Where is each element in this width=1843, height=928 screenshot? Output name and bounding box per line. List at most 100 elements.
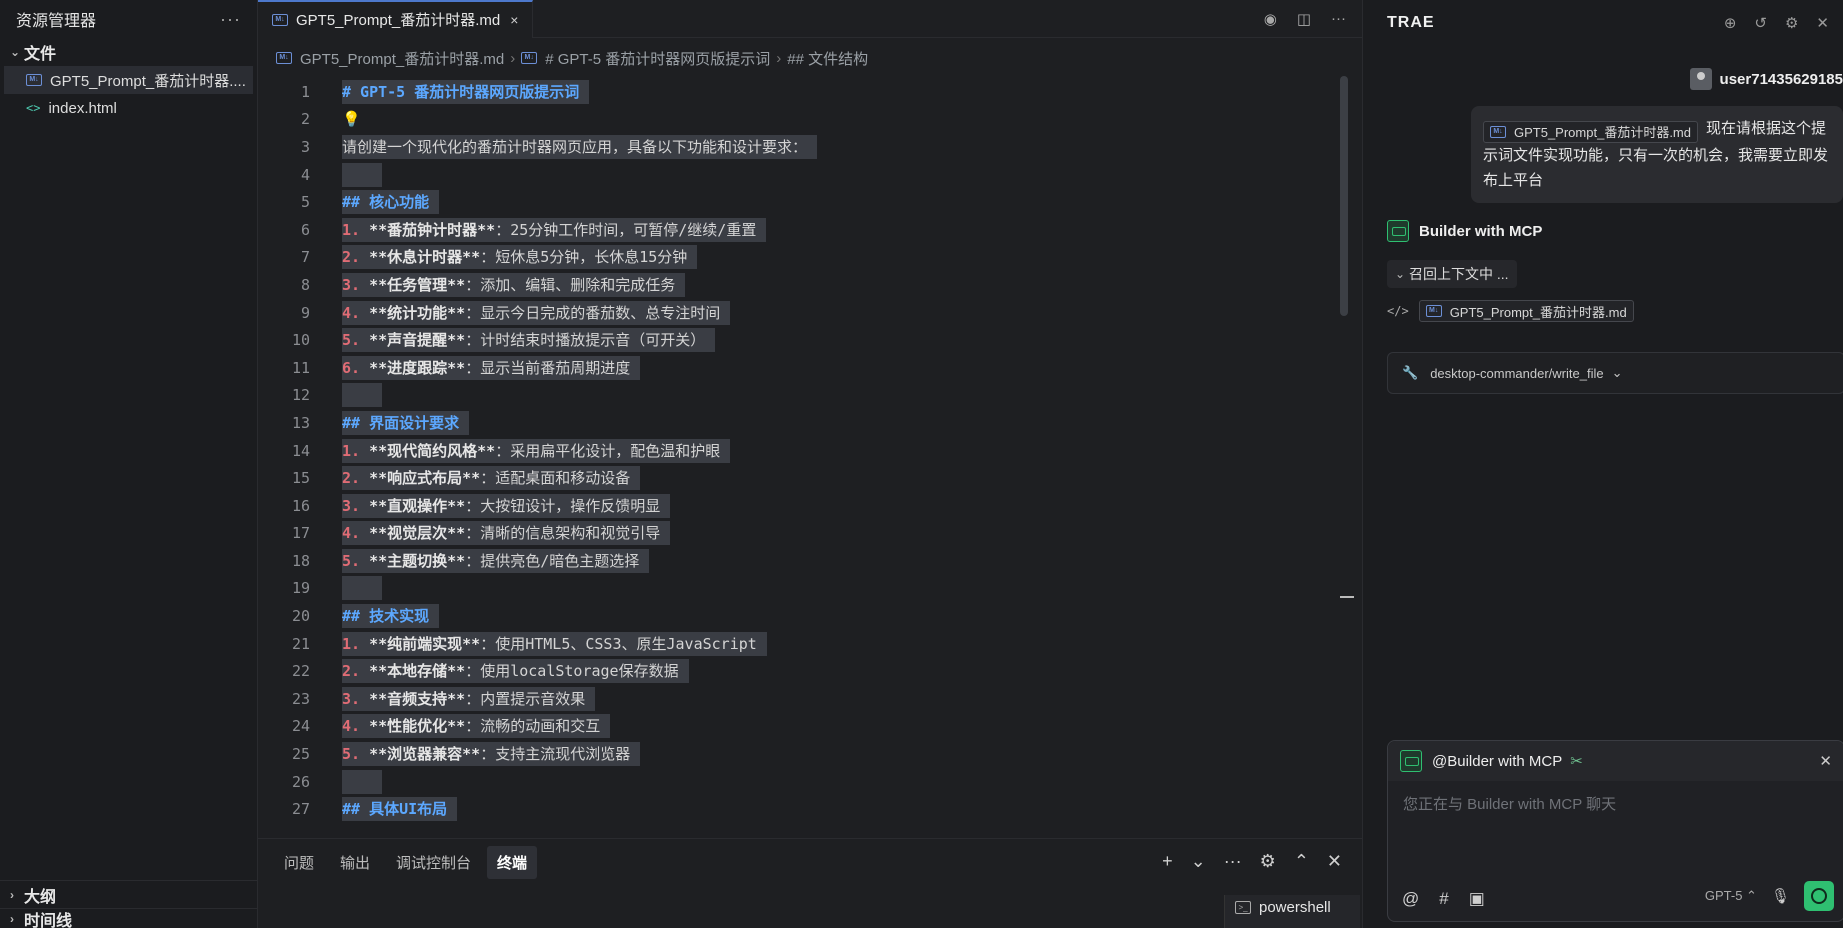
code-token: ：适配桌面和移动设备 bbox=[480, 469, 631, 488]
outline-section-header[interactable]: › 大纲 bbox=[0, 880, 258, 908]
code-token: 4. bbox=[342, 524, 370, 543]
code-line[interactable]: 16 3. **直观操作**：大按钮设计，操作反馈明显 bbox=[258, 492, 1348, 520]
code-token: ：显示今日完成的番茄数、总专注时间 bbox=[465, 303, 721, 322]
code-line[interactable]: 1 # GPT-5 番茄计时器网页版提示词 bbox=[258, 78, 1348, 106]
tab-output[interactable]: 输出 bbox=[330, 846, 380, 879]
code-line[interactable]: 9 4. **统计功能**：显示今日完成的番茄数、总专注时间 bbox=[258, 299, 1348, 327]
code-line[interactable]: 20 ## 技术实现 bbox=[258, 602, 1348, 630]
code-line[interactable]: 14 1. **现代简约风格**：采用扁平化设计，配色温和护眼 bbox=[258, 437, 1348, 465]
file-item-md[interactable]: M↓ GPT5_Prompt_番茄计时器.... bbox=[4, 66, 253, 94]
code-line[interactable]: 13 ## 界面设计要求 bbox=[258, 409, 1348, 437]
tools-icon: ✂ bbox=[1570, 753, 1583, 770]
files-section-header[interactable]: ⌄ 文件 bbox=[0, 38, 257, 66]
code-line[interactable]: 6 1. **番茄钟计时器**：25分钟工作时间，可暂停/继续/重置 bbox=[258, 216, 1348, 244]
code-token: 5. bbox=[342, 551, 370, 570]
new-chat-icon[interactable]: ⊕ bbox=[1724, 14, 1737, 32]
code-line[interactable]: 2 💡 bbox=[258, 106, 1348, 134]
code-line[interactable]: 10 5. **声音提醒**：计时结束时播放提示音（可开关） bbox=[258, 326, 1348, 354]
tab-problems[interactable]: 问题 bbox=[274, 846, 324, 879]
line-content: 请创建一个现代化的番茄计时器网页应用，具备以下功能和设计要求： bbox=[342, 134, 818, 159]
timeline-section-header[interactable]: › 时间线 bbox=[0, 908, 258, 928]
breadcrumb-item[interactable]: ## 文件结构 bbox=[787, 48, 868, 69]
line-number: 1 bbox=[300, 82, 310, 101]
code-token: 1. bbox=[342, 441, 370, 460]
code-token: 2. bbox=[342, 469, 370, 488]
add-terminal-icon[interactable]: + bbox=[1162, 851, 1173, 872]
code-token: ：流畅的动画和交互 bbox=[465, 717, 601, 736]
tab-terminal[interactable]: 终端 bbox=[487, 845, 538, 879]
line-content: 6. **进度跟踪**：显示当前番茄周期进度 bbox=[342, 355, 641, 380]
more-actions-icon[interactable]: ··· bbox=[220, 9, 241, 30]
code-token: **主题切换** bbox=[369, 551, 466, 570]
sidebar-bottom-sections: › 大纲 › 时间线 bbox=[0, 880, 258, 928]
hash-icon[interactable]: # bbox=[1439, 889, 1448, 909]
code-line[interactable]: 19 bbox=[258, 575, 1348, 603]
markdown-file-icon: M↓ bbox=[276, 52, 292, 64]
code-editor[interactable]: 1 # GPT-5 番茄计时器网页版提示词 2 💡 3 请创建一个现代化的番茄计时器网页应… bbox=[258, 78, 1348, 838]
terminal-item[interactable]: >_ powershell bbox=[1225, 895, 1360, 919]
code-line[interactable]: 3 请创建一个现代化的番茄计时器网页应用，具备以下功能和设计要求： bbox=[258, 133, 1348, 161]
code-line[interactable]: 7 2. **休息计时器**：短休息5分钟，长休息15分钟 bbox=[258, 244, 1348, 272]
code-token: **音频支持** bbox=[369, 689, 466, 708]
chevron-down-icon[interactable]: ⌄ bbox=[1191, 851, 1206, 872]
markdown-file-icon: M↓ bbox=[1490, 126, 1506, 138]
code-line[interactable]: 27 ## 具体UI布局 bbox=[258, 795, 1348, 823]
scrollbar-marker bbox=[1340, 596, 1354, 598]
more-actions-icon[interactable]: ··· bbox=[1224, 851, 1242, 872]
code-line[interactable]: 24 4. **性能优化**：流畅的动画和交互 bbox=[258, 713, 1348, 741]
tool-call-label: desktop-commander/write_file bbox=[1430, 365, 1604, 381]
maximize-panel-icon[interactable]: ⌃ bbox=[1294, 851, 1309, 872]
preview-eye-icon[interactable]: ◉ bbox=[1264, 10, 1277, 28]
breadcrumb: M↓ GPT5_Prompt_番茄计时器.md › M↓ # GPT-5 番茄计… bbox=[258, 38, 1362, 78]
code-line[interactable]: 26 bbox=[258, 768, 1348, 796]
gear-icon[interactable]: ⚙ bbox=[1785, 14, 1798, 32]
code-token: 请创建一个现代化的番茄计时器网页应用，具备以下功能和设计要求： bbox=[342, 137, 808, 156]
microphone-icon[interactable]: 🎙 bbox=[1771, 887, 1790, 905]
file-chip-label: GPT5_Prompt_番茄计时器.md bbox=[1449, 304, 1627, 320]
code-token: # GPT-5 番茄计时器网页版提示词 bbox=[342, 82, 580, 101]
code-line[interactable]: 25 5. **浏览器兼容**：支持主流现代浏览器 bbox=[258, 740, 1348, 768]
close-tab-icon[interactable]: × bbox=[510, 12, 518, 28]
chevron-down-icon: ⌄ bbox=[1395, 267, 1406, 281]
file-chip[interactable]: M↓ GPT5_Prompt_番茄计时器.md bbox=[1483, 121, 1698, 143]
code-line[interactable]: 5 ## 核心功能 bbox=[258, 188, 1348, 216]
send-button[interactable] bbox=[1804, 881, 1834, 911]
code-line[interactable]: 18 5. **主题切换**：提供亮色/暗色主题选择 bbox=[258, 547, 1348, 575]
code-line[interactable]: 12 bbox=[258, 382, 1348, 410]
line-number: 9 bbox=[300, 303, 310, 322]
breadcrumb-item[interactable]: GPT5_Prompt_番茄计时器.md bbox=[300, 48, 504, 69]
recall-context-toggle[interactable]: ⌄ 召回上下文中 ... bbox=[1387, 260, 1517, 288]
tool-call-card[interactable]: 🔧 desktop-commander/write_file ⌄ bbox=[1387, 352, 1843, 394]
code-line[interactable]: 8 3. **任务管理**：添加、编辑、删除和完成任务 bbox=[258, 271, 1348, 299]
more-actions-icon[interactable]: ··· bbox=[1331, 10, 1346, 28]
history-icon[interactable]: ↺ bbox=[1754, 14, 1767, 32]
split-editor-icon[interactable]: ◫ bbox=[1297, 10, 1311, 28]
breadcrumb-item[interactable]: # GPT-5 番茄计时器网页版提示词 bbox=[545, 48, 770, 69]
code-line[interactable]: 4 bbox=[258, 161, 1348, 189]
editor-tab-active[interactable]: M↓ GPT5_Prompt_番茄计时器.md × bbox=[258, 0, 534, 38]
mention-icon[interactable]: @ bbox=[1402, 889, 1419, 909]
model-label: GPT-5 bbox=[1704, 888, 1743, 903]
code-line[interactable]: 21 1. **纯前端实现**：使用HTML5、CSS3、原生JavaScript bbox=[258, 630, 1348, 658]
terminal-name: powershell bbox=[1259, 898, 1331, 916]
vertical-scrollbar[interactable] bbox=[1340, 76, 1348, 316]
file-item-html[interactable]: <> index.html bbox=[0, 94, 257, 122]
close-panel-icon[interactable]: ✕ bbox=[1327, 851, 1342, 872]
code-line[interactable]: 23 3. **音频支持**：内置提示音效果 bbox=[258, 685, 1348, 713]
chat-input[interactable]: 您正在与 Builder with MCP 聊天 bbox=[1388, 781, 1843, 861]
code-line[interactable]: 22 2. **本地存储**：使用localStorage保存数据 bbox=[258, 657, 1348, 685]
settings-sliders-icon[interactable]: ⚙ bbox=[1260, 851, 1276, 872]
code-line[interactable]: 15 2. **响应式布局**：适配桌面和移动设备 bbox=[258, 464, 1348, 492]
chat-header-actions: ⊕ ↺ ⚙ ✕ bbox=[1724, 14, 1829, 32]
code-line[interactable]: 11 6. **进度跟踪**：显示当前番茄周期进度 bbox=[258, 354, 1348, 382]
close-icon[interactable]: ✕ bbox=[1819, 752, 1832, 770]
tab-debug-console[interactable]: 调试控制台 bbox=[386, 846, 481, 879]
code-line[interactable]: 17 4. **视觉层次**：清晰的信息架构和视觉引导 bbox=[258, 520, 1348, 548]
code-token: ：计时结束时播放提示音（可开关） bbox=[465, 331, 706, 350]
model-selector[interactable]: GPT-5 ⌃ bbox=[1705, 888, 1757, 904]
file-chip[interactable]: M↓ GPT5_Prompt_番茄计时器.md bbox=[1418, 300, 1634, 322]
chevron-down-icon: ⌄ bbox=[10, 45, 21, 59]
image-icon[interactable]: ▣ bbox=[1469, 889, 1485, 909]
code-token: **直观操作** bbox=[369, 496, 466, 515]
close-icon[interactable]: ✕ bbox=[1816, 14, 1829, 32]
